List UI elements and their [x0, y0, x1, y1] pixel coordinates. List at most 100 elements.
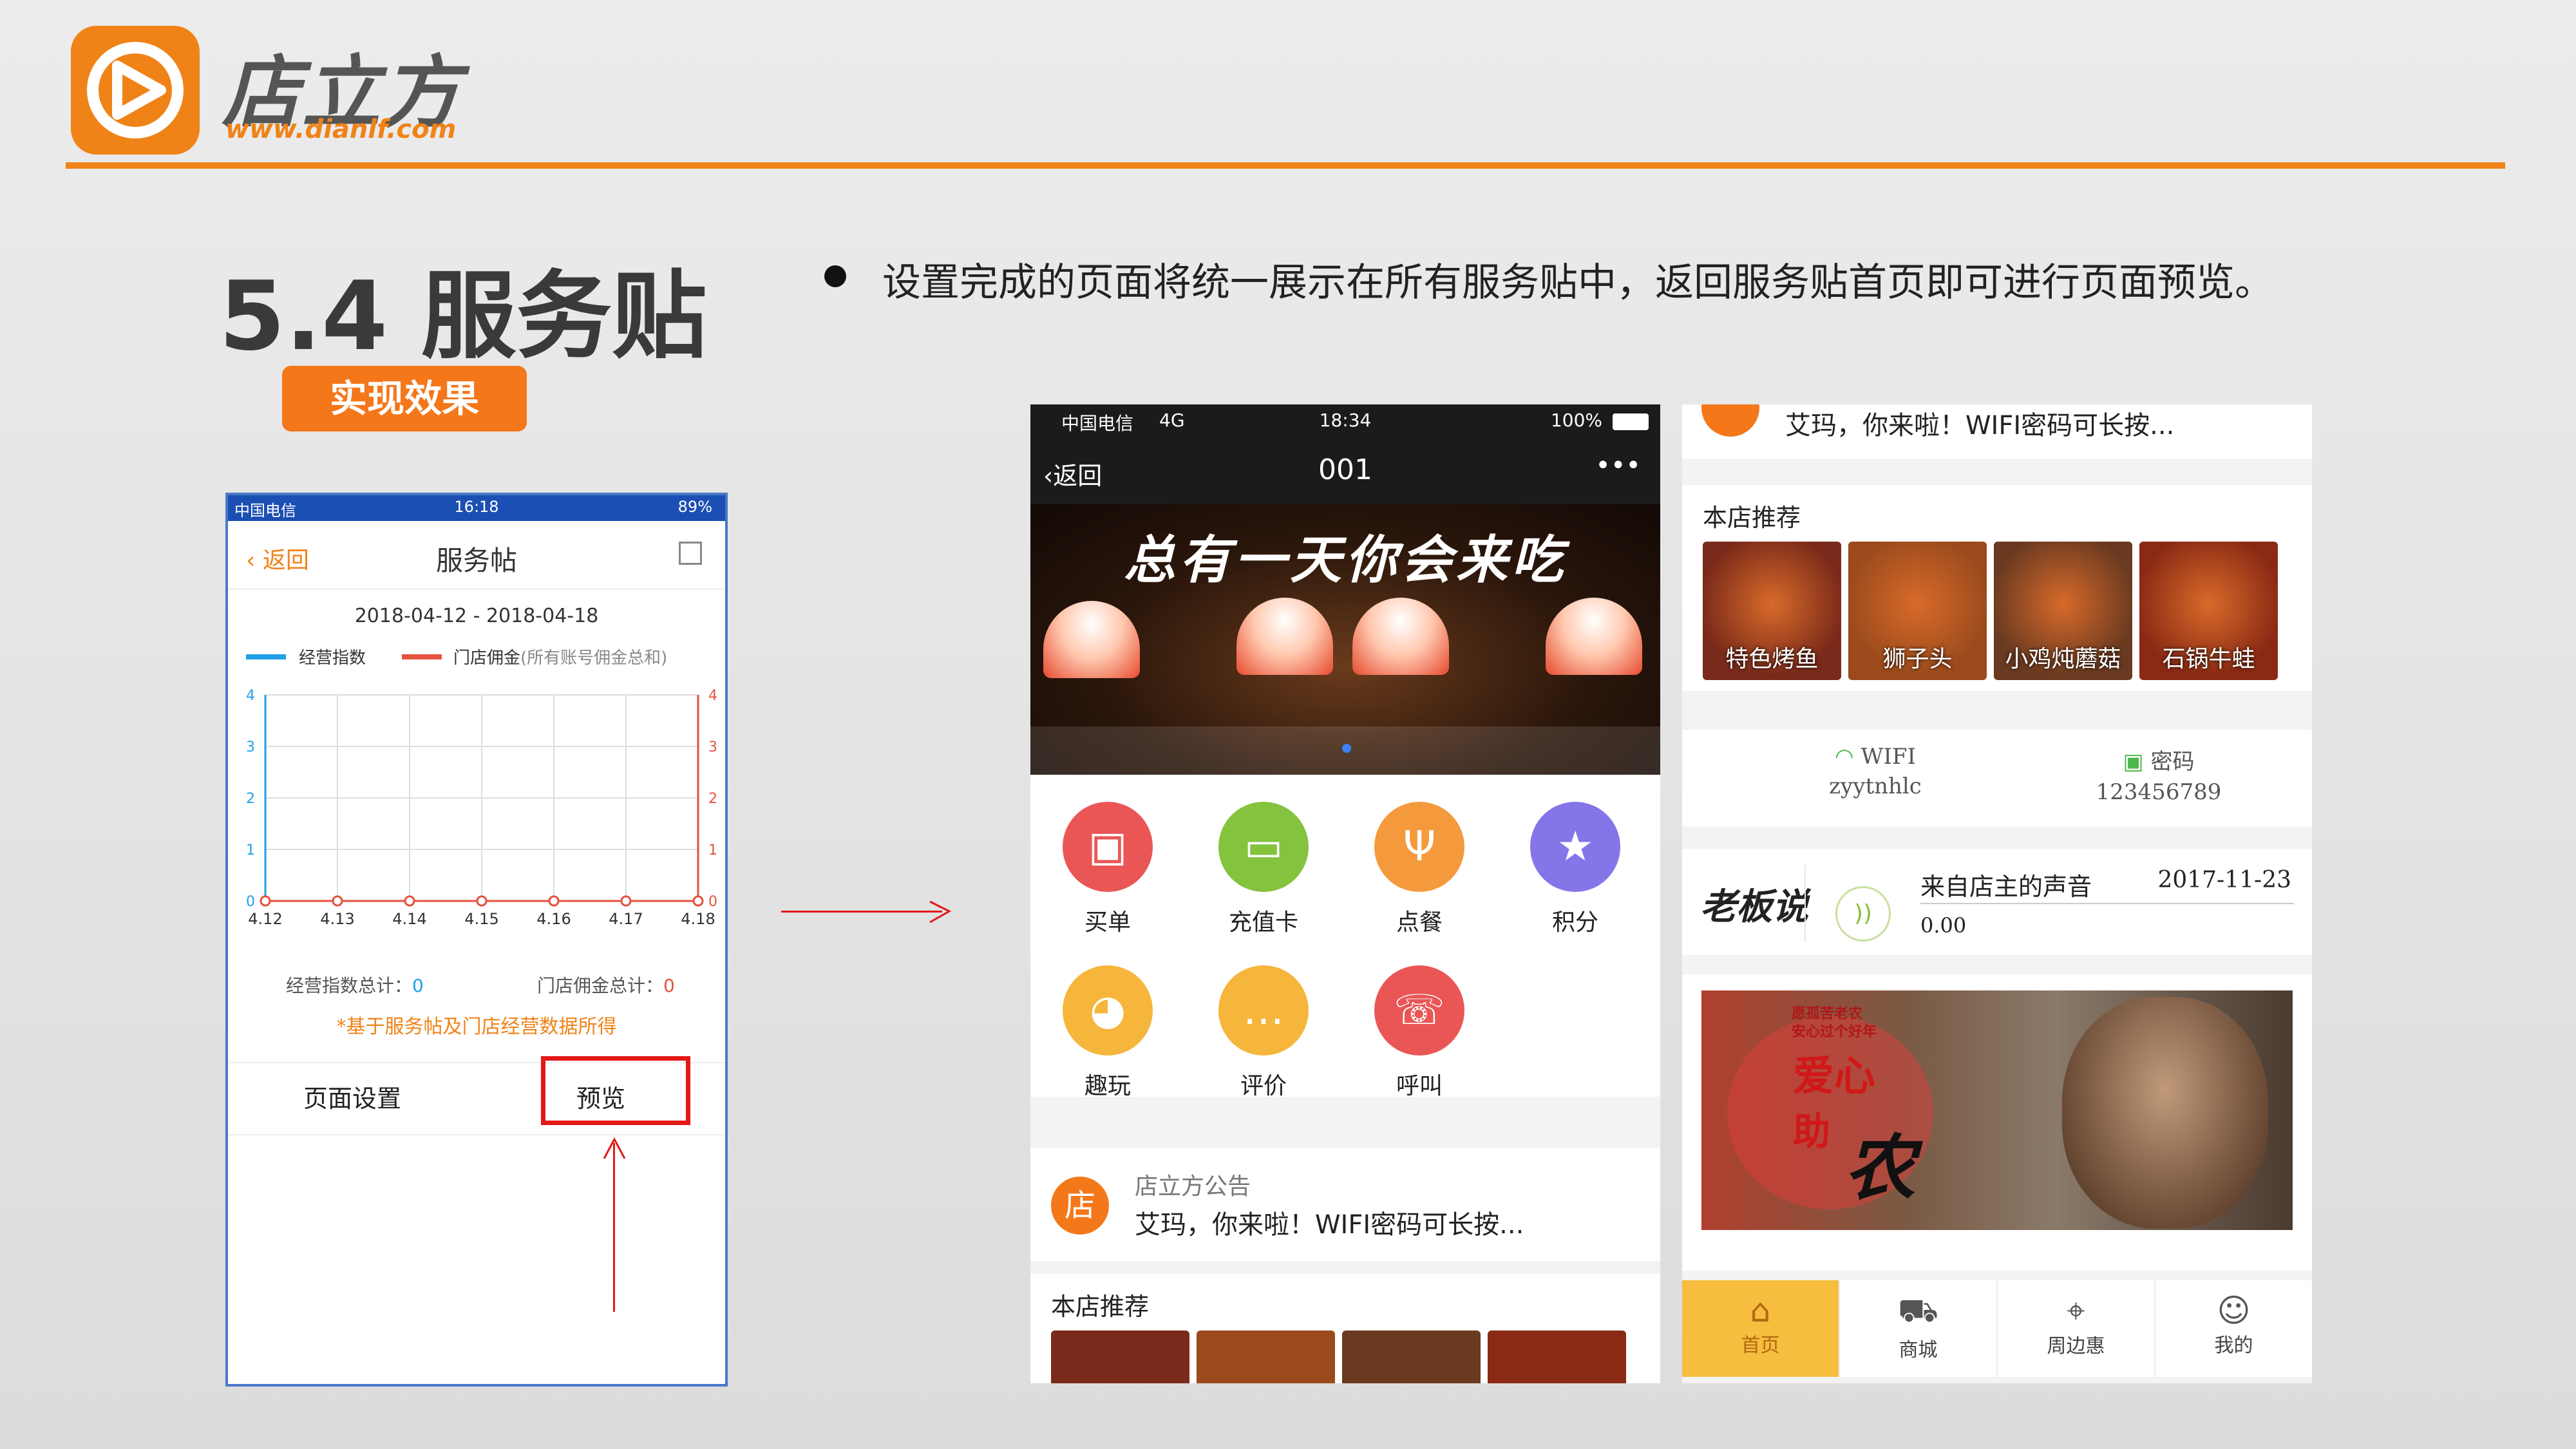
function-icon-6[interactable]: … — [1218, 965, 1309, 1056]
tab-user[interactable]: ☺ 我的 — [2155, 1280, 2312, 1377]
lantern-icon — [1352, 598, 1449, 675]
data-point — [692, 895, 704, 907]
tab-label: 首页 — [1741, 1334, 1780, 1357]
home-icon: ⌂ — [1750, 1292, 1771, 1329]
divider — [1804, 865, 1806, 942]
owner-voice-card[interactable]: 老板说 )) 来自店主的声音 2017-11-23 0.00 — [1682, 849, 2312, 955]
food-thumb[interactable] — [1051, 1331, 1189, 1383]
legend-commission-name: 门店佣金 — [453, 649, 521, 668]
tab-label: 我的 — [2214, 1334, 2253, 1357]
effect-badge: 实现效果 — [282, 366, 527, 431]
farmer-photo — [2062, 997, 2268, 1229]
wifi-card[interactable]: ◠ WIFI zyytnhlc ▣ 密码 123456789 — [1682, 730, 2312, 826]
commission-total-value: 0 — [663, 975, 675, 996]
function-icon-5[interactable]: ◕ — [1063, 965, 1153, 1056]
back-label: 返回 — [262, 547, 309, 574]
audio-progress[interactable] — [1920, 903, 2294, 904]
food-item[interactable]: 小鸡炖蘑菇 — [1994, 542, 2132, 680]
function-icon-3[interactable]: Ψ — [1374, 802, 1464, 892]
notice-card[interactable]: 艾玛，你来啦！WIFI密码可长按... — [1682, 404, 2312, 459]
commission-total-label: 门店佣金总计： — [537, 975, 664, 996]
data-point — [404, 895, 415, 907]
function-glyph-icon: … — [1243, 987, 1284, 1034]
food-item[interactable]: 特色烤鱼 — [1703, 542, 1841, 680]
data-point — [476, 895, 488, 907]
section-title: 5.4 服务贴 — [219, 261, 707, 372]
function-icon-4[interactable]: ★ — [1530, 802, 1620, 892]
notice-badge: 店 — [1051, 1177, 1109, 1235]
food-name: 石锅牛蛙 — [2162, 646, 2255, 672]
ad-card[interactable]: 愿孤苦老农 安心过个好年 爱心 助 农 — [1682, 974, 2312, 1271]
lantern-icon — [1236, 598, 1333, 675]
phone-preview-bottom: 艾玛，你来啦！WIFI密码可长按... 本店推荐 特色烤鱼 狮子头 小鸡炖蘑菇 石锅牛… — [1682, 404, 2312, 1383]
nav-bar: ‹返回 001 ••• — [1030, 437, 1660, 504]
arrow-up — [613, 1143, 615, 1312]
tab-cart[interactable]: ⛟ 商城 — [1840, 1280, 1998, 1377]
function-icon-2[interactable]: ▭ — [1218, 802, 1309, 892]
logo-icon — [71, 26, 200, 155]
lantern-icon — [1546, 598, 1642, 675]
owner-voice-duration: 0.00 — [1920, 913, 1967, 938]
y-tick-right: 3 — [708, 739, 717, 755]
food-item[interactable]: 石锅牛蛙 — [2139, 542, 2278, 680]
notice-badge-icon — [1701, 404, 1759, 437]
tab-location[interactable]: ⌖ 周边惠 — [1998, 1280, 2155, 1377]
audio-play-icon[interactable]: )) — [1835, 886, 1891, 942]
index-total-value: 0 — [412, 975, 424, 996]
food-thumb[interactable] — [1342, 1331, 1481, 1383]
food-thumb[interactable] — [1488, 1331, 1626, 1383]
tab-home[interactable]: ⌂ 首页 — [1682, 1280, 1840, 1377]
notice-card[interactable]: 店 店立方公告 艾玛，你来啦！WIFI密码可长按... — [1030, 1148, 1660, 1261]
bullet-dot — [824, 265, 846, 287]
y-tick-left: 1 — [246, 842, 255, 858]
ad-big3: 农 — [1844, 1127, 1915, 1209]
recommend-title: 本店推荐 — [1703, 504, 1801, 532]
food-item[interactable]: 狮子头 — [1848, 542, 1987, 680]
food-name: 特色烤鱼 — [1725, 646, 1819, 672]
arrow-right-head-icon — [929, 900, 952, 923]
wifi-icon: ◠ — [1835, 744, 1861, 770]
more-icon[interactable]: ••• — [1595, 451, 1641, 480]
ad-line2: 安心过个好年 — [1792, 1024, 1877, 1040]
ad-big1: 爱心 — [1793, 1053, 1875, 1101]
qrcode-icon[interactable] — [679, 542, 702, 565]
status-bar: 中国电信 16:18 89% — [228, 495, 725, 521]
function-label[interactable]: 充值卡 — [1199, 904, 1328, 937]
arrow-up-head-icon — [603, 1137, 626, 1159]
legend-swatch-commission — [402, 654, 442, 659]
function-glyph-icon: ◕ — [1090, 987, 1126, 1034]
arrow-right — [781, 911, 942, 913]
chevron-left-icon: ‹ — [246, 547, 263, 574]
battery-icon — [1613, 413, 1649, 430]
status-bar: 中国电信 4G 18:34 100% — [1030, 404, 1660, 437]
function-glyph-icon: ☏ — [1393, 987, 1446, 1034]
back-button[interactable]: ‹ 返回 — [246, 542, 309, 575]
function-icon-7[interactable]: ☏ — [1374, 965, 1464, 1056]
wifi-label-row: ◠ WIFI — [1779, 744, 1972, 770]
x-tick-label: 4.15 — [464, 910, 498, 928]
function-label[interactable]: 评价 — [1199, 1067, 1328, 1101]
function-grid: ▣ 买单 ▭ 充值卡 Ψ 点餐 ★ 积分 ◕ 趣玩 … 评价 ☏ 呼叫 — [1030, 775, 1660, 1099]
data-point — [332, 895, 343, 907]
ad-big2: 助 — [1793, 1110, 1831, 1153]
ad-banner[interactable]: 愿孤苦老农 安心过个好年 爱心 助 农 — [1701, 990, 2293, 1230]
function-label[interactable]: 呼叫 — [1355, 1067, 1484, 1101]
y-tick-right: 2 — [708, 791, 717, 807]
carousel-dot[interactable] — [1342, 744, 1351, 753]
function-label[interactable]: 积分 — [1511, 904, 1640, 937]
function-label[interactable]: 买单 — [1043, 904, 1172, 937]
tab-label: 商城 — [1899, 1339, 1938, 1361]
function-label[interactable]: 趣玩 — [1043, 1067, 1172, 1101]
owner-voice-title: 来自店主的声音 — [1920, 873, 2092, 901]
food-row: 特色烤鱼 狮子头 小鸡炖蘑菇 石锅牛蛙 — [1703, 542, 2312, 683]
function-label[interactable]: 点餐 — [1355, 904, 1484, 937]
food-thumb[interactable] — [1197, 1331, 1335, 1383]
page-settings-button[interactable]: 页面设置 — [228, 1063, 477, 1134]
x-tick-label: 4.13 — [320, 910, 354, 928]
notice-text: 艾玛，你来啦！WIFI密码可长按... — [1785, 411, 2175, 440]
function-icon-1[interactable]: ▣ — [1063, 802, 1153, 892]
y-tick-left: 4 — [246, 688, 255, 704]
lantern-icon — [1043, 601, 1140, 678]
recommend-section: 本店推荐 特色烤鱼 狮子头 小鸡炖蘑菇 石锅牛蛙 — [1682, 485, 2312, 691]
banner-image[interactable]: 总有一天你会来吃 — [1030, 504, 1660, 775]
